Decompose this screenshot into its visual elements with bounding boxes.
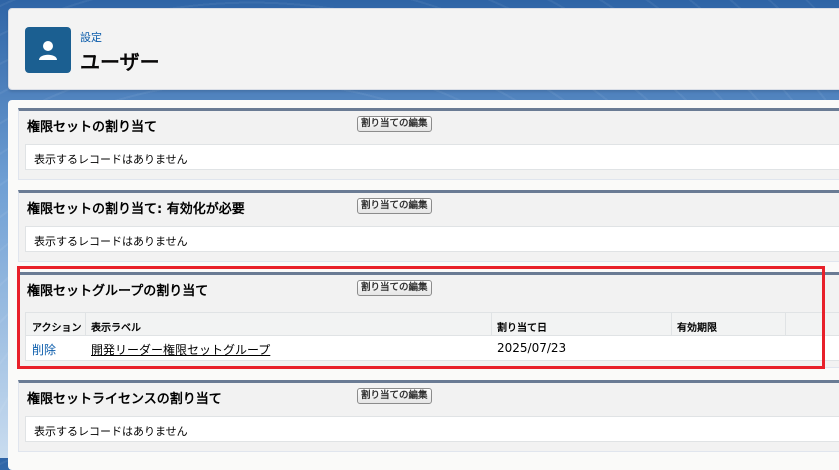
breadcrumb[interactable]: 設定 [80,29,102,45]
edit-assignments-button[interactable]: 割り当ての編集 [357,116,432,132]
user-icon [25,27,71,73]
edit-assignments-button[interactable]: 割り当ての編集 [357,198,432,214]
edit-assignments-button[interactable]: 割り当ての編集 [357,388,432,404]
no-records-box: 表示するレコードはありません [25,416,839,442]
section-permission-set-activation-required: 権限セットの割り当て: 有効化が必要 割り当ての編集 表示するレコードはありませ… [18,190,839,262]
section-title: 権限セットライセンスの割り当て [27,392,222,407]
no-records-box: 表示するレコードはありません [25,144,839,170]
no-records-box: 表示するレコードはありません [25,226,839,252]
no-records-text: 表示するレコードはありません [34,425,188,438]
no-records-text: 表示するレコードはありません [34,235,188,248]
page-title: ユーザー [80,50,160,74]
no-records-text: 表示するレコードはありません [34,153,188,166]
highlight-box [17,266,825,369]
section-permission-set-license-assignments: 権限セットライセンスの割り当て 割り当ての編集 表示するレコードはありません [18,380,839,452]
page-header: 設定 ユーザー [8,8,839,90]
section-title: 権限セットの割り当て [27,120,158,135]
section-title: 権限セットの割り当て: 有効化が必要 [27,202,245,217]
section-permission-set-assignments: 権限セットの割り当て 割り当ての編集 表示するレコードはありません [18,108,839,180]
